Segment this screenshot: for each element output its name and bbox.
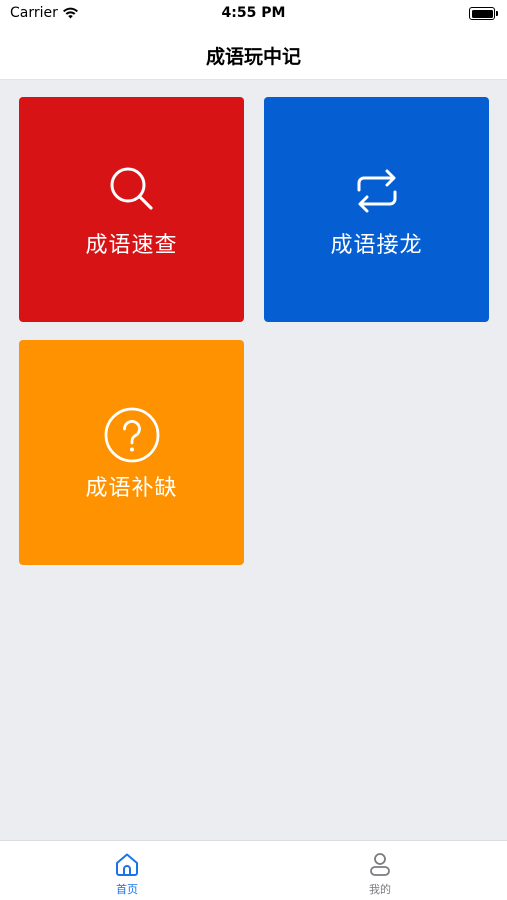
tile-label-search: 成语速查 — [85, 233, 178, 258]
tab-label-mine: 我的 — [369, 883, 391, 896]
home-icon — [116, 853, 138, 876]
battery-icon — [469, 7, 498, 20]
tile-label-fill: 成语补缺 — [85, 476, 178, 501]
tile-idiom-chain[interactable]: 成语接龙 — [264, 97, 489, 322]
search-icon — [110, 167, 153, 210]
navigation-bar: 成语玩中记 — [0, 28, 507, 80]
tile-label-chain: 成语接龙 — [330, 233, 423, 258]
person-icon — [370, 853, 390, 876]
tab-home[interactable]: 首页 — [0, 841, 254, 900]
tile-idiom-search[interactable]: 成语速查 — [19, 97, 244, 322]
status-bar: Carrier 4:55 PM — [0, 0, 507, 28]
tab-label-home: 首页 — [116, 883, 138, 896]
status-time: 4:55 PM — [221, 5, 286, 21]
tile-idiom-fill[interactable]: 成语补缺 — [19, 340, 244, 565]
question-circle-icon — [104, 407, 159, 463]
tab-mine[interactable]: 我的 — [253, 841, 507, 900]
page-title: 成语玩中记 — [205, 46, 301, 68]
tab-bar: 首页 我的 — [0, 840, 507, 900]
repeat-icon — [357, 169, 396, 213]
